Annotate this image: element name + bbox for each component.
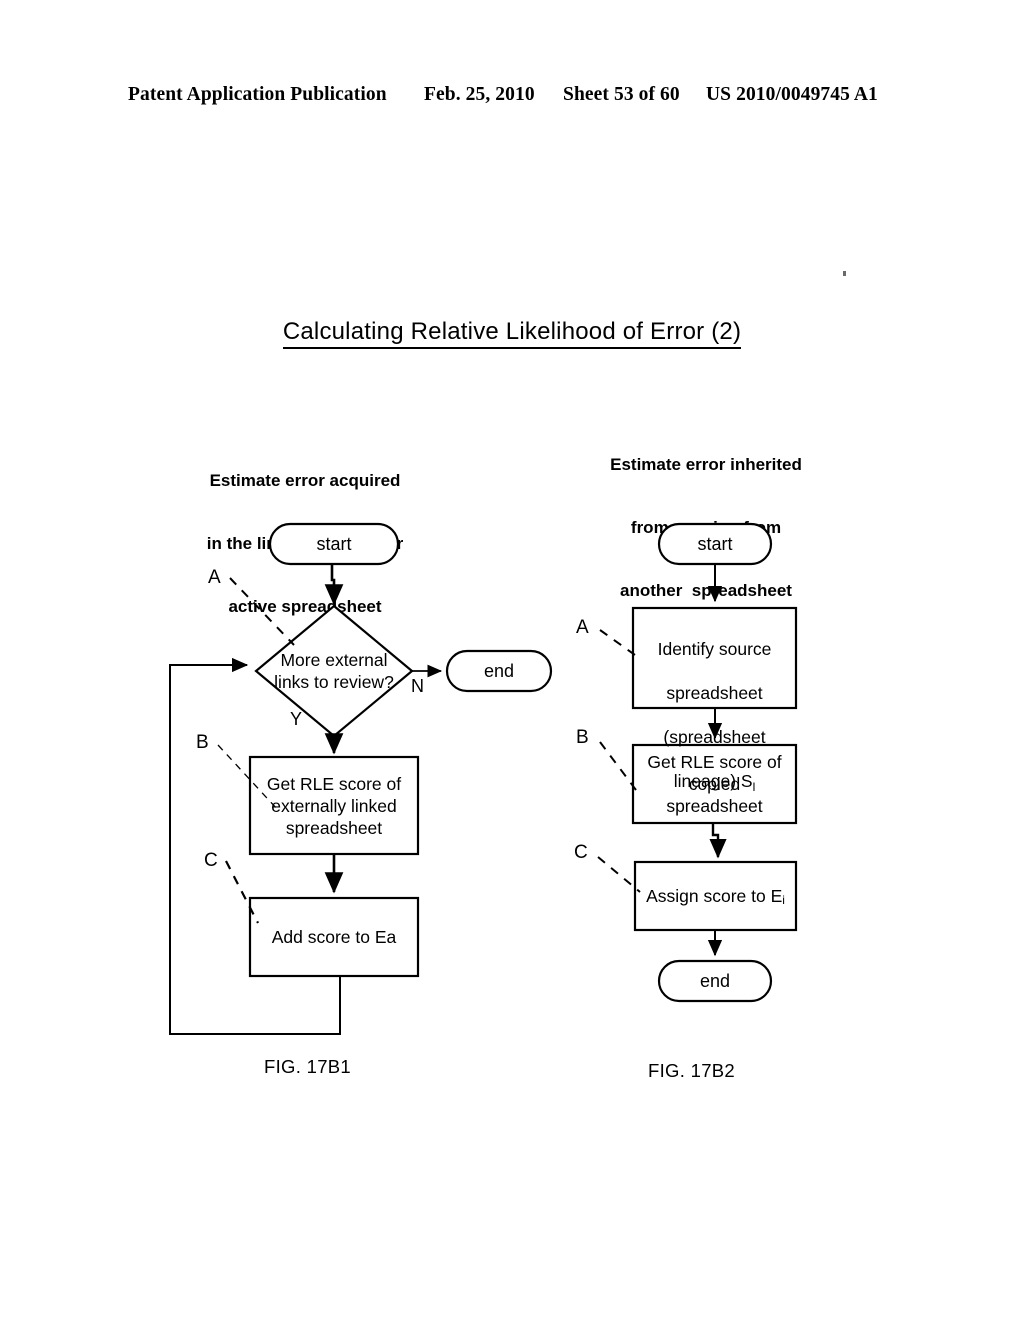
right-callout-c: C — [574, 842, 588, 863]
right-edge-process2-to-process3 — [709, 823, 727, 859]
right-callout-leader-b — [599, 741, 637, 791]
left-figure-caption: FIG. 17B1 — [264, 1056, 352, 1077]
right-process1-line-1: Identify source — [657, 639, 772, 659]
right-callout-a: A — [576, 617, 589, 638]
left-callout-b: B — [196, 732, 209, 753]
right-end-label: end — [699, 971, 731, 991]
right-process3-prefix: Assign score to E — [646, 886, 783, 906]
right-process2-label: Get RLE score of copied spreadsheet — [647, 752, 782, 816]
right-process1-label: Identify source spreadsheet (spreadsheet… — [633, 608, 796, 794]
left-decision-label: More external links to review? — [274, 650, 394, 692]
right-process3-sub: i — [782, 893, 785, 907]
right-start-label: start — [697, 534, 733, 554]
right-callout-b: B — [576, 727, 589, 748]
left-process2-label: Add score to Ea — [271, 927, 397, 947]
left-edge-label-no: N — [411, 676, 424, 696]
left-callout-c: C — [204, 850, 218, 871]
left-edge-label-yes: Y — [290, 709, 303, 729]
right-process3-label: Assign score to Ei — [635, 862, 796, 930]
right-figure-caption: FIG. 17B2 — [648, 1060, 736, 1081]
right-process1-line-2: spreadsheet — [666, 683, 763, 703]
right-callout-leader-a — [599, 629, 636, 656]
left-callout-leader-a — [229, 577, 295, 646]
left-process1-label: Get RLE score of externally linked sprea… — [266, 773, 402, 838]
left-end-label: end — [483, 661, 515, 681]
left-start-label: start — [316, 534, 352, 554]
left-edge-start-to-decision — [324, 564, 344, 606]
right-callout-leader-c — [597, 856, 641, 893]
left-callout-a: A — [208, 567, 221, 588]
